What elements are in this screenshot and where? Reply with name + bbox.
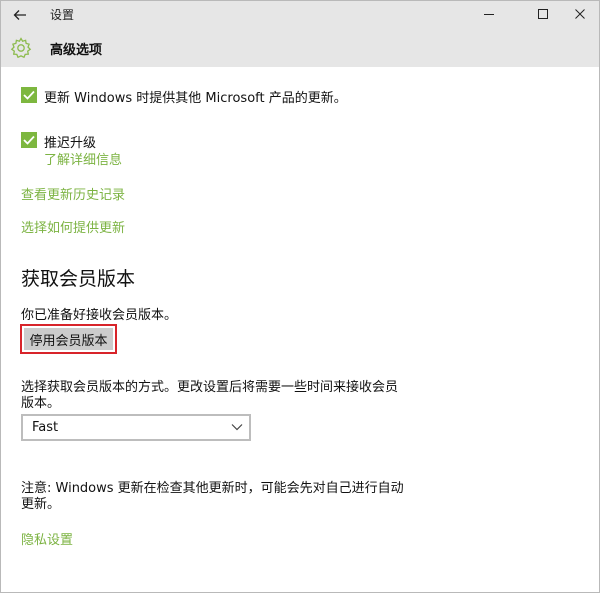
- microsoft-updates-checkbox[interactable]: [21, 87, 37, 103]
- ring-description-line2: 版本。: [21, 396, 61, 411]
- maximize-icon: [538, 9, 548, 19]
- minimize-button[interactable]: [467, 1, 511, 27]
- stop-insider-highlight: 停用会员版本: [20, 324, 117, 354]
- insider-ring-select[interactable]: Fast: [21, 414, 251, 441]
- choose-delivery-link[interactable]: 选择如何提供更新: [21, 217, 125, 236]
- insider-ring-value: Fast: [32, 420, 59, 435]
- privacy-settings-link[interactable]: 隐私设置: [21, 529, 73, 548]
- minimize-icon: [484, 14, 494, 15]
- checkmark-icon: [23, 90, 35, 100]
- ring-description-line1: 选择获取会员版本的方式。更改设置后将需要一些时间来接收会员: [21, 380, 399, 395]
- title-bar: 设置 高级选项: [1, 1, 599, 67]
- close-button[interactable]: [558, 1, 599, 27]
- defer-upgrades-checkbox[interactable]: [21, 132, 37, 148]
- update-history-link[interactable]: 查看更新历史记录: [21, 184, 125, 203]
- checkmark-icon: [23, 135, 35, 145]
- back-button[interactable]: [9, 4, 31, 26]
- insider-heading: 获取会员版本: [21, 268, 136, 290]
- back-arrow-icon: [13, 10, 26, 20]
- app-title: 设置: [50, 8, 75, 22]
- microsoft-updates-label: 更新 Windows 时提供其他 Microsoft 产品的更新。: [44, 91, 347, 106]
- gear-icon: [10, 37, 32, 59]
- note-line2: 更新。: [21, 497, 61, 512]
- stop-insider-button[interactable]: 停用会员版本: [24, 328, 113, 350]
- learn-more-link[interactable]: 了解详细信息: [44, 149, 122, 168]
- chevron-down-icon: [231, 424, 243, 431]
- page-title: 高级选项: [50, 43, 103, 58]
- insider-ready-text: 你已准备好接收会员版本。: [21, 308, 178, 323]
- settings-window: 设置 高级选项 更新 Windows 时提供其他 Microsoft 产品的更新…: [0, 0, 600, 593]
- close-icon: [575, 9, 585, 19]
- note-line1: 注意: Windows 更新在检查其他更新时，可能会先对自己进行自动: [21, 481, 404, 496]
